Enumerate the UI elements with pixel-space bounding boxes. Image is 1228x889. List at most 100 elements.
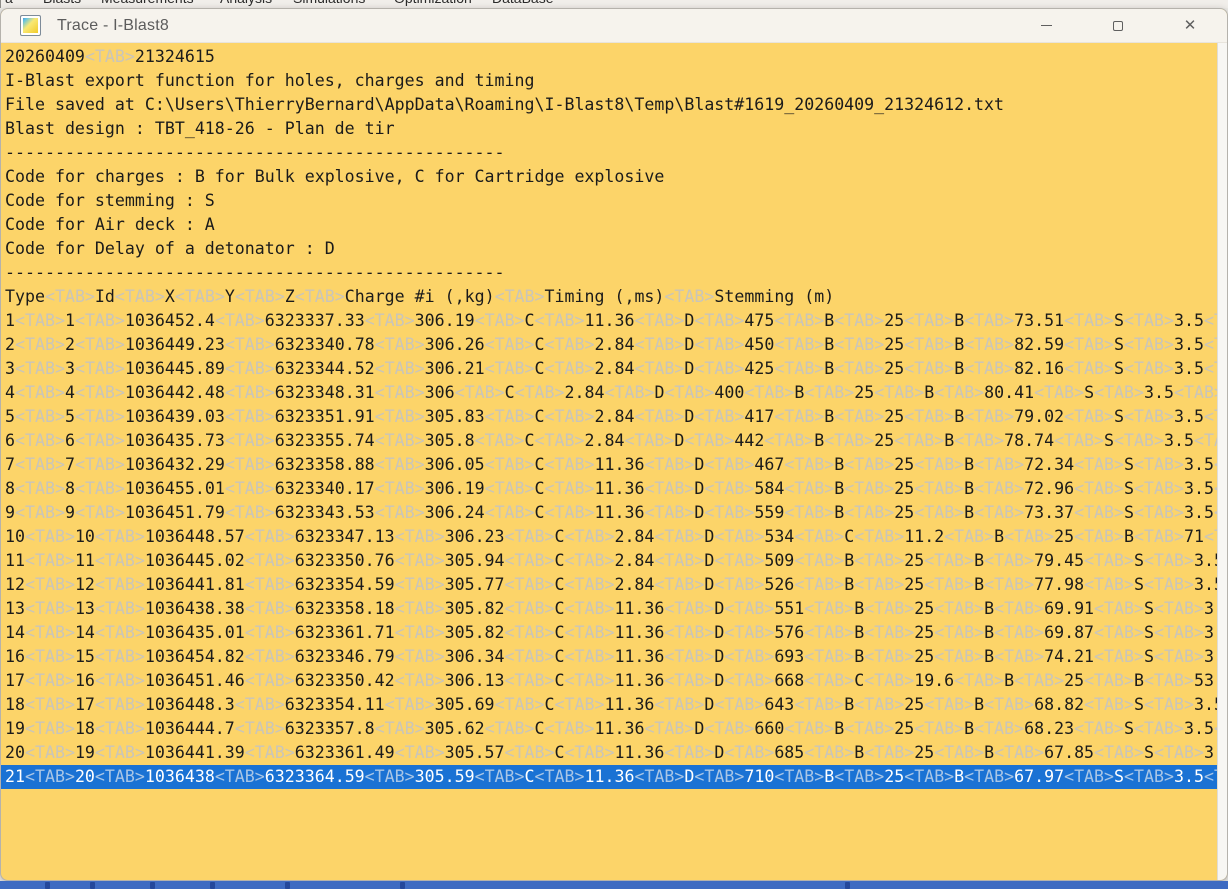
menu-item-measurements[interactable]: Measurements xyxy=(101,0,194,6)
close-icon: ✕ xyxy=(1184,18,1197,33)
trace-line[interactable]: 2<TAB>2<TAB>1036449.23<TAB>6323340.78<TA… xyxy=(5,333,1217,357)
tab-marker: <TAB> xyxy=(1074,527,1124,546)
tab-marker: <TAB> xyxy=(714,527,764,546)
taskbar-mark xyxy=(45,882,50,889)
menu-item-a[interactable]: a xyxy=(5,0,13,6)
tab-marker: <TAB> xyxy=(225,431,275,450)
trace-line[interactable]: 17<TAB>16<TAB>1036451.46<TAB>6323350.42<… xyxy=(5,669,1217,693)
tab-marker: <TAB> xyxy=(75,311,125,330)
tab-marker: <TAB> xyxy=(25,695,75,714)
tab-marker: <TAB> xyxy=(395,623,445,642)
trace-line[interactable]: Code for charges : B for Bulk explosive,… xyxy=(5,165,1217,189)
trace-line[interactable]: 5<TAB>5<TAB>1036439.03<TAB>6323351.91<TA… xyxy=(5,405,1217,429)
tab-marker: <TAB> xyxy=(1064,359,1114,378)
trace-line[interactable]: 14<TAB>14<TAB>1036435.01<TAB>6323361.71<… xyxy=(5,621,1217,645)
tab-marker: <TAB> xyxy=(1134,719,1184,738)
tab-marker: <TAB> xyxy=(694,359,744,378)
tab-marker: <TAB> xyxy=(834,335,884,354)
trace-line[interactable]: 1<TAB>1<TAB>1036452.4<TAB>6323337.33<TAB… xyxy=(5,309,1217,333)
trace-line[interactable]: Code for Delay of a detonator : D xyxy=(5,237,1217,261)
menu-item-optimization[interactable]: Optimization xyxy=(394,0,472,6)
taskbar-mark xyxy=(90,882,95,889)
tab-marker: <TAB> xyxy=(15,359,65,378)
tab-marker: <TAB> xyxy=(25,767,75,786)
tab-marker: <TAB> xyxy=(934,599,984,618)
menu-item-database[interactable]: DataBase xyxy=(492,0,553,6)
tab-marker: <TAB> xyxy=(974,455,1024,474)
tab-marker: <TAB> xyxy=(25,647,75,666)
trace-line[interactable]: I-Blast export function for holes, charg… xyxy=(5,69,1217,93)
trace-output[interactable]: 20260409<TAB>21324615I-Blast export func… xyxy=(1,43,1217,880)
trace-line[interactable]: 10<TAB>10<TAB>1036448.57<TAB>6323347.13<… xyxy=(5,525,1217,549)
tab-marker: <TAB> xyxy=(964,407,1014,426)
tab-marker: <TAB> xyxy=(1094,599,1144,618)
trace-line[interactable]: 19<TAB>18<TAB>1036444.7<TAB>6323357.8<TA… xyxy=(5,717,1217,741)
tab-marker: <TAB> xyxy=(565,551,615,570)
close-button[interactable]: ✕ xyxy=(1167,11,1213,41)
trace-line[interactable]: 3<TAB>3<TAB>1036445.89<TAB>6323344.52<TA… xyxy=(5,357,1217,381)
tab-marker: <TAB> xyxy=(245,599,295,618)
menu-item-simulations[interactable]: Simulations xyxy=(293,0,365,6)
trace-line[interactable]: 16<TAB>15<TAB>1036454.82<TAB>6323346.79<… xyxy=(5,645,1217,669)
tab-marker: <TAB> xyxy=(395,527,445,546)
tab-marker: <TAB> xyxy=(834,311,884,330)
tab-marker: <TAB> xyxy=(545,455,595,474)
vertical-scrollbar[interactable] xyxy=(1217,43,1227,880)
trace-line[interactable]: 7<TAB>7<TAB>1036432.29<TAB>6323358.88<TA… xyxy=(5,453,1217,477)
tab-marker: <TAB> xyxy=(485,335,535,354)
taskbar-mark xyxy=(845,882,850,889)
trace-line[interactable]: 18<TAB>17<TAB>1036448.3<TAB>6323354.11<T… xyxy=(5,693,1217,717)
tab-marker: <TAB> xyxy=(75,383,125,402)
trace-line[interactable]: 13<TAB>13<TAB>1036438.38<TAB>6323358.18<… xyxy=(5,597,1217,621)
tab-marker: <TAB> xyxy=(1074,719,1124,738)
trace-line[interactable]: ----------------------------------------… xyxy=(5,141,1217,165)
title-bar[interactable]: Trace - I-Blast8 ✕ xyxy=(1,9,1227,43)
trace-line[interactable]: ----------------------------------------… xyxy=(5,261,1217,285)
trace-line[interactable]: Code for Air deck : A xyxy=(5,213,1217,237)
trace-line[interactable]: Blast design : TBT_418-26 - Plan de tir xyxy=(5,117,1217,141)
trace-line[interactable]: 20260409<TAB>21324615 xyxy=(5,45,1217,69)
trace-line[interactable]: 4<TAB>4<TAB>1036442.48<TAB>6323348.31<TA… xyxy=(5,381,1217,405)
tab-marker: <TAB> xyxy=(225,503,275,522)
tab-marker: <TAB> xyxy=(505,575,555,594)
tab-marker: <TAB> xyxy=(485,359,535,378)
tab-marker: <TAB> xyxy=(1054,431,1104,450)
trace-line[interactable]: 6<TAB>6<TAB>1036435.73<TAB>6323355.74<TA… xyxy=(5,429,1217,453)
menu-item-blasts[interactable]: Blasts xyxy=(43,0,81,6)
trace-line[interactable]: File saved at C:\Users\ThierryBernard\Ap… xyxy=(5,93,1217,117)
tab-marker: <TAB> xyxy=(824,431,874,450)
tab-marker: <TAB> xyxy=(994,623,1044,642)
tab-marker: <TAB> xyxy=(654,551,704,570)
trace-line[interactable]: 8<TAB>8<TAB>1036455.01<TAB>6323340.17<TA… xyxy=(5,477,1217,501)
tab-marker: <TAB> xyxy=(694,767,744,786)
trace-line[interactable]: 20<TAB>19<TAB>1036441.39<TAB>6323361.49<… xyxy=(5,741,1217,765)
tab-marker: <TAB> xyxy=(245,551,295,570)
tab-marker: <TAB> xyxy=(175,287,225,306)
tab-marker: <TAB> xyxy=(844,503,894,522)
maximize-button[interactable] xyxy=(1095,11,1141,41)
trace-line[interactable]: Type<TAB>Id<TAB>X<TAB>Y<TAB>Z<TAB>Charge… xyxy=(5,285,1217,309)
tab-marker: <TAB> xyxy=(1004,527,1054,546)
tab-marker: <TAB> xyxy=(1074,455,1124,474)
minimize-button[interactable] xyxy=(1023,11,1069,41)
tab-marker: <TAB> xyxy=(495,695,545,714)
tab-marker: <TAB> xyxy=(75,407,125,426)
trace-line-selected[interactable]: 21<TAB>20<TAB>1036438<TAB>6323364.59<TAB… xyxy=(1,765,1217,789)
tab-marker: <TAB> xyxy=(784,455,834,474)
tab-marker: <TAB> xyxy=(1204,767,1217,786)
taskbar[interactable] xyxy=(0,881,1228,889)
tab-marker: <TAB> xyxy=(864,599,914,618)
background-menu-bar[interactable]: a Blasts Measurements Analysis Simulations Op… xyxy=(0,0,1228,8)
trace-line[interactable]: 9<TAB>9<TAB>1036451.79<TAB>6323343.53<TA… xyxy=(5,501,1217,525)
trace-line[interactable]: 11<TAB>11<TAB>1036445.02<TAB>6323350.76<… xyxy=(5,549,1217,573)
tab-marker: <TAB> xyxy=(365,311,415,330)
tab-marker: <TAB> xyxy=(784,479,834,498)
tab-marker: <TAB> xyxy=(854,551,904,570)
tab-marker: <TAB> xyxy=(804,647,854,666)
tab-marker: <TAB> xyxy=(375,719,425,738)
trace-line[interactable]: 12<TAB>12<TAB>1036441.81<TAB>6323354.59<… xyxy=(5,573,1217,597)
tab-marker: <TAB> xyxy=(844,479,894,498)
tab-marker: <TAB> xyxy=(1114,431,1164,450)
trace-line[interactable]: Code for stemming : S xyxy=(5,189,1217,213)
menu-item-analysis[interactable]: Analysis xyxy=(220,0,272,6)
